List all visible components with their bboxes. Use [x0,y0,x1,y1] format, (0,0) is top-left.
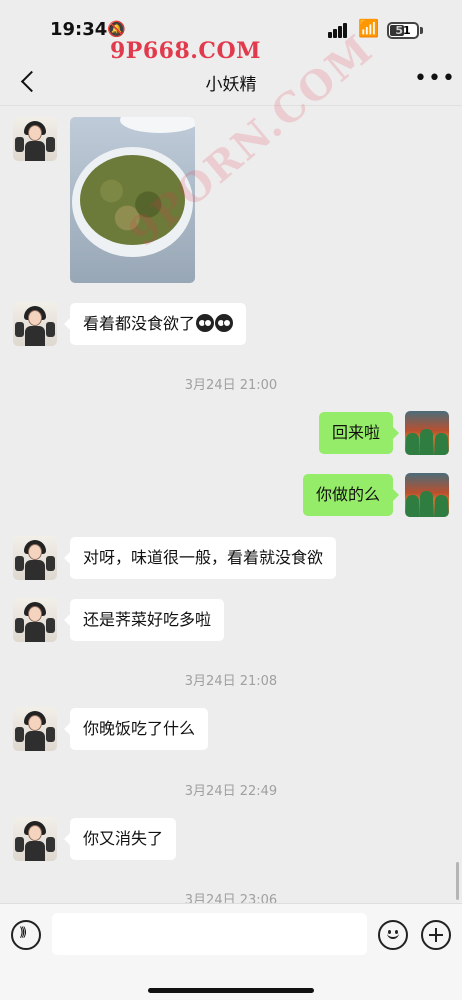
battery-level: 51 [395,24,411,37]
clock: 19:34 [50,19,108,40]
owl-eyes-emoji-icon [196,314,215,332]
message-text: 你做的么 [315,485,380,504]
message-bubble-incoming[interactable]: 看着都没食欲了 [63,303,247,345]
message-bubble-incoming[interactable]: 你又消失了 [63,818,177,860]
battery-icon: 51 [387,22,419,39]
message-bubble-incoming[interactable]: 还是荠菜好吃多啦 [63,599,225,641]
battery-tip [420,27,423,34]
status-bar: 19:34 🔕 📶 51 9P668.COM [0,0,462,64]
contact-avatar[interactable] [13,598,57,642]
message-input[interactable] [52,913,367,955]
message-bubble-incoming[interactable]: 你晚饭吃了什么 [63,708,209,750]
owl-eyes-emoji-icon [215,314,234,332]
message-bubble-outgoing[interactable]: 回来啦 [318,412,400,454]
scrollbar-thumb[interactable] [456,862,459,900]
message-bubble-outgoing[interactable]: 你做的么 [302,474,400,516]
more-dots-icon[interactable]: ••• [414,68,455,94]
contact-avatar[interactable] [13,117,57,161]
home-indicator[interactable] [148,988,314,993]
contact-avatar[interactable] [13,302,57,346]
contact-avatar[interactable] [13,536,57,580]
message-timestamp: 3月24日 22:49 [184,784,278,799]
message-text: 还是荠菜好吃多啦 [83,610,212,629]
message-timestamp: 3月24日 21:08 [184,674,278,689]
contact-avatar[interactable] [13,817,57,861]
message-text: 你晚饭吃了什么 [83,719,196,738]
input-bar [0,903,462,1000]
my-avatar[interactable] [405,411,449,455]
voice-icon[interactable] [11,920,41,950]
plus-icon[interactable] [421,920,451,950]
contact-avatar[interactable] [13,707,57,751]
message-text: 你又消失了 [83,829,164,848]
message-bubble-incoming[interactable]: 对呀，味道很一般，看着就没食欲 [63,537,337,579]
bell-slash-icon: 🔕 [107,20,126,38]
message-timestamp: 3月24日 21:00 [184,378,278,393]
message-text: 看着都没食欲了 [83,314,196,333]
my-avatar[interactable] [405,473,449,517]
message-text: 对呀，味道很一般，看着就没食欲 [83,548,324,567]
chat-header: 小妖精 ••• [0,58,462,106]
message-text: 回来啦 [331,423,380,442]
emoji-icon[interactable] [378,920,408,950]
chat-title: 小妖精 [205,75,257,95]
